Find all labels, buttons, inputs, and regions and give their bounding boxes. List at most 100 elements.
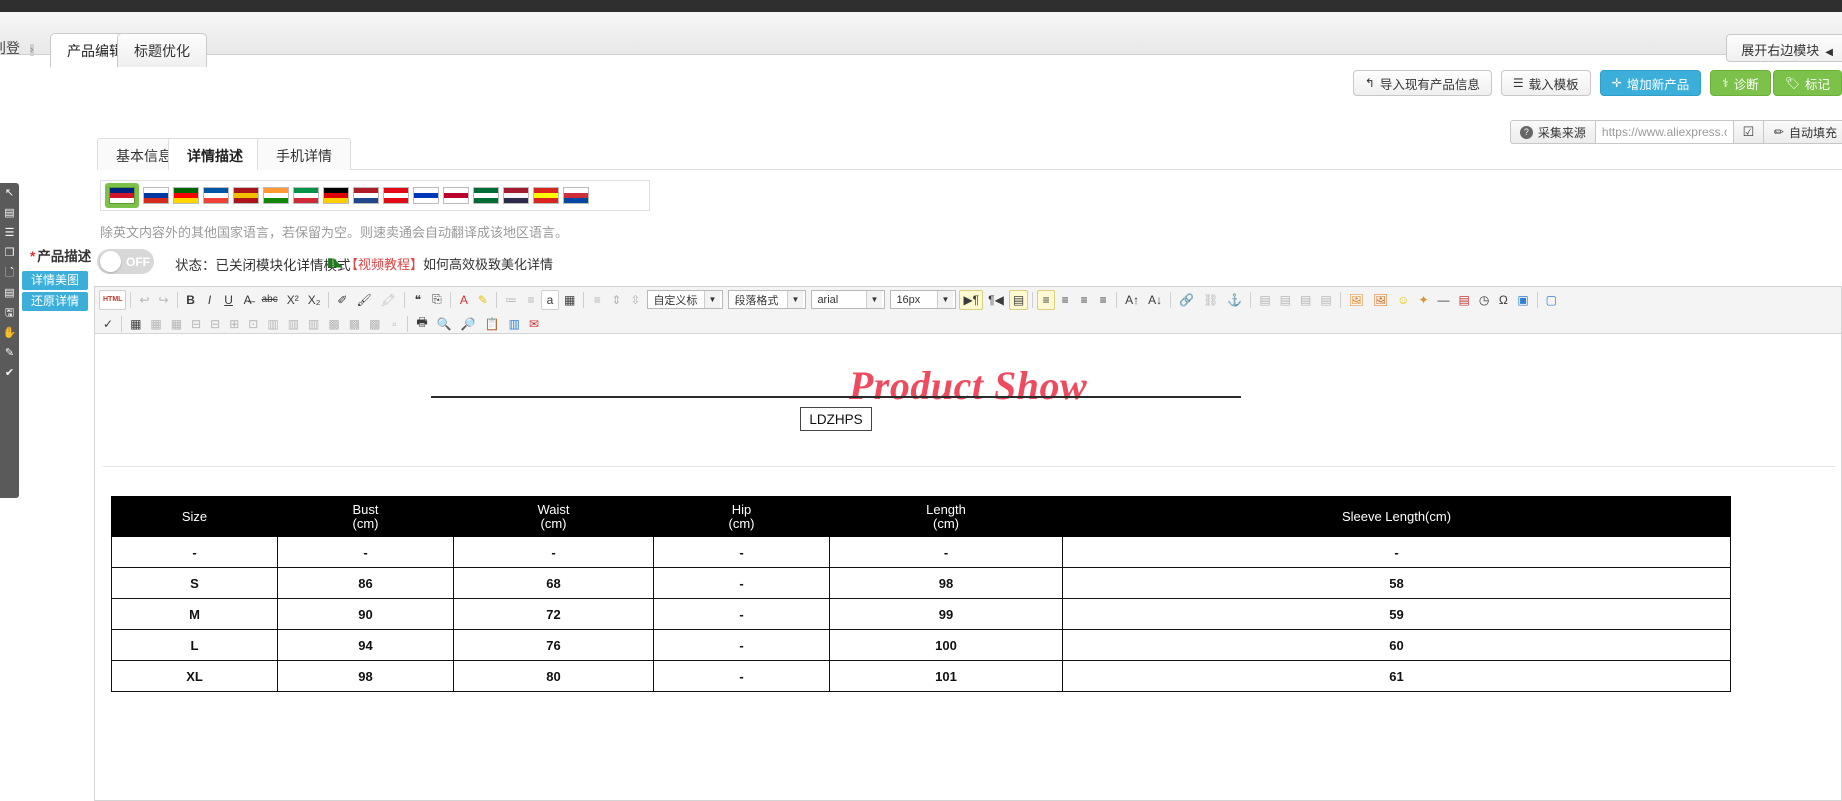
cell-split-icon[interactable]: ▥ — [284, 314, 303, 334]
mail-icon[interactable]: ✉ — [525, 314, 543, 334]
subscript-icon[interactable]: X₂ — [304, 290, 325, 310]
list-icon[interactable]: ☰ — [5, 228, 15, 239]
increase-font-icon[interactable]: A↑ — [1121, 290, 1143, 310]
language-option-th[interactable] — [503, 187, 529, 204]
preview-icon[interactable]: 🔍 — [433, 314, 456, 334]
flash-icon[interactable]: ✦ — [1414, 290, 1432, 310]
table-clear-icon[interactable]: ▫ — [385, 314, 403, 334]
language-option-ru[interactable] — [143, 187, 169, 204]
language-option-in[interactable] — [263, 187, 289, 204]
clock-icon[interactable]: ◷ — [1475, 290, 1493, 310]
heading-select[interactable]: 自定义标题 ▼ — [647, 290, 724, 309]
language-option-fr[interactable] — [203, 187, 229, 204]
chevron-down-icon[interactable]: ▼ — [936, 291, 954, 308]
row-merge-icon[interactable]: ⊞ — [225, 314, 243, 334]
paste-icon[interactable]: 📋 — [481, 314, 504, 334]
editor-content-canvas[interactable]: Product Show LDZHPS Size Bust (cm) Waist (cm… — [94, 333, 1842, 801]
language-option-it[interactable] — [293, 187, 319, 204]
blockquote2-icon[interactable]: ▤ — [1316, 290, 1335, 310]
horizontal-rule-icon[interactable]: — — [1434, 290, 1454, 310]
language-option-es[interactable] — [233, 187, 259, 204]
font-family-select[interactable]: arial ▼ — [811, 290, 886, 309]
language-option-jp[interactable] — [443, 187, 469, 204]
table-props-icon[interactable]: ▦ — [146, 314, 165, 334]
media-icon[interactable]: ▣ — [1513, 290, 1532, 310]
format-painter-icon[interactable]: 🖍 — [377, 290, 400, 310]
diagnose-button[interactable]: ⚕ 诊断 — [1710, 70, 1771, 96]
cell-merge-icon[interactable]: ▥ — [263, 314, 282, 334]
module-mode-toggle[interactable]: OFF — [97, 249, 154, 274]
unlink-icon[interactable]: ⛓ — [1199, 290, 1222, 310]
check-icon[interactable]: ✔ — [5, 368, 14, 379]
chevron-down-icon[interactable]: ▼ — [865, 291, 883, 308]
row-insert-icon[interactable]: ⊟ — [187, 314, 205, 334]
language-option-nl[interactable] — [353, 187, 379, 204]
redo-icon[interactable]: ↪ — [155, 290, 173, 310]
fullscreen-icon[interactable]: ▢ — [1542, 290, 1561, 310]
html-source-icon[interactable]: HTML — [99, 289, 127, 310]
italic-icon[interactable]: I — [201, 290, 219, 310]
rtl-direction-icon[interactable]: ¶◀ — [984, 290, 1008, 310]
image-manager-icon[interactable]: 🖼 — [1369, 290, 1392, 310]
pencil-icon[interactable]: ✎ — [5, 348, 14, 359]
smiley-icon[interactable]: ☺ — [1393, 290, 1413, 310]
cursor-arrow-icon[interactable]: ↖ — [5, 188, 14, 199]
language-option-sa[interactable] — [473, 187, 499, 204]
chevron-down-icon[interactable]: ▼ — [786, 291, 804, 308]
underline-icon[interactable]: U — [220, 290, 238, 310]
undo-icon[interactable]: ↩ — [135, 290, 153, 310]
tab-mobile-detail[interactable]: 手机详情 — [257, 138, 351, 170]
bg-color-icon[interactable]: ✎ — [474, 290, 492, 310]
template-icon[interactable]: ▥ — [505, 314, 524, 334]
anchor-icon[interactable]: ⚓ — [1223, 290, 1246, 310]
table-grid2-icon[interactable]: ▩ — [345, 314, 364, 334]
menu-lines-icon[interactable]: ▤ — [4, 208, 14, 219]
blockquote-icon[interactable]: ❝ — [409, 290, 427, 310]
language-option-en[interactable] — [105, 183, 139, 208]
outdent-icon[interactable]: ▤ — [1296, 290, 1315, 310]
rtl-highlight-icon[interactable]: ▶¶ — [959, 289, 984, 310]
remove-format-icon[interactable]: A̶ — [239, 290, 257, 310]
decrease-font-icon[interactable]: A↓ — [1144, 290, 1166, 310]
table-delete-icon[interactable]: ▦ — [167, 314, 186, 334]
cell-props-icon[interactable]: ▥ — [304, 314, 323, 334]
col-insert-icon[interactable]: ⊡ — [244, 314, 262, 334]
numbered-list-icon[interactable]: ≔ — [501, 290, 521, 310]
align-dropdown-icon[interactable]: ≡ — [588, 290, 606, 310]
copy-icon[interactable]: ❒ — [5, 248, 15, 259]
save-icon[interactable]: 🖫 — [5, 308, 14, 319]
language-option-kr[interactable] — [563, 187, 589, 204]
expand-right-panel-button[interactable]: 展开右边模块 ◀ — [1726, 34, 1842, 62]
language-option-vn[interactable] — [533, 187, 559, 204]
table-icon[interactable]: ▦ — [126, 314, 145, 334]
breadcrumb[interactable]: 刊登 › — [0, 38, 37, 58]
video-tutorial-link[interactable]: 【视频教程】如何高效极致美化详情 — [345, 254, 553, 273]
eraser-icon[interactable]: ✐ — [333, 290, 351, 310]
text-color-icon[interactable]: A — [455, 290, 473, 310]
align-justify-icon[interactable]: ≡ — [1094, 290, 1112, 310]
print-icon[interactable]: 🖶 — [412, 314, 431, 334]
grid-icon[interactable]: ▦ — [560, 290, 579, 310]
align-right-icon[interactable]: ≡ — [1075, 290, 1093, 310]
language-option-de[interactable] — [323, 187, 349, 204]
anchor-box-icon[interactable]: a — [540, 289, 559, 310]
add-new-product-button[interactable]: ✛ 增加新产品 — [1599, 70, 1702, 96]
paintbrush-icon[interactable]: 🖌 — [352, 290, 375, 310]
calendar-icon[interactable]: ▤ — [1455, 290, 1474, 310]
line-spacing-icon[interactable]: ⇕ — [607, 290, 625, 310]
omega-icon[interactable]: Ω — [1494, 290, 1512, 310]
hand-icon[interactable]: ✋ — [3, 328, 17, 339]
detail-beautify-chip[interactable]: 详情美图 — [22, 271, 88, 290]
image-icon[interactable]: 🖼 — [1345, 290, 1368, 310]
superscript-icon[interactable]: X² — [283, 290, 303, 310]
question-mark-icon[interactable]: ? — [1519, 125, 1533, 139]
row-delete-icon[interactable]: ⊟ — [206, 314, 224, 334]
indent-increase-icon[interactable]: ▤ — [1276, 290, 1295, 310]
align-lines-icon[interactable]: ▤ — [4, 288, 14, 299]
tab-title-optimization[interactable]: 标题优化 — [117, 33, 207, 67]
table-grid3-icon[interactable]: ▩ — [365, 314, 384, 334]
align-left-icon[interactable]: ≡ — [1037, 289, 1056, 310]
load-template-button[interactable]: ☰ 载入模板 — [1500, 70, 1591, 96]
tab-detail-description[interactable]: 详情描述 — [168, 138, 262, 170]
indent-block-icon[interactable]: ▤ — [1008, 289, 1029, 310]
